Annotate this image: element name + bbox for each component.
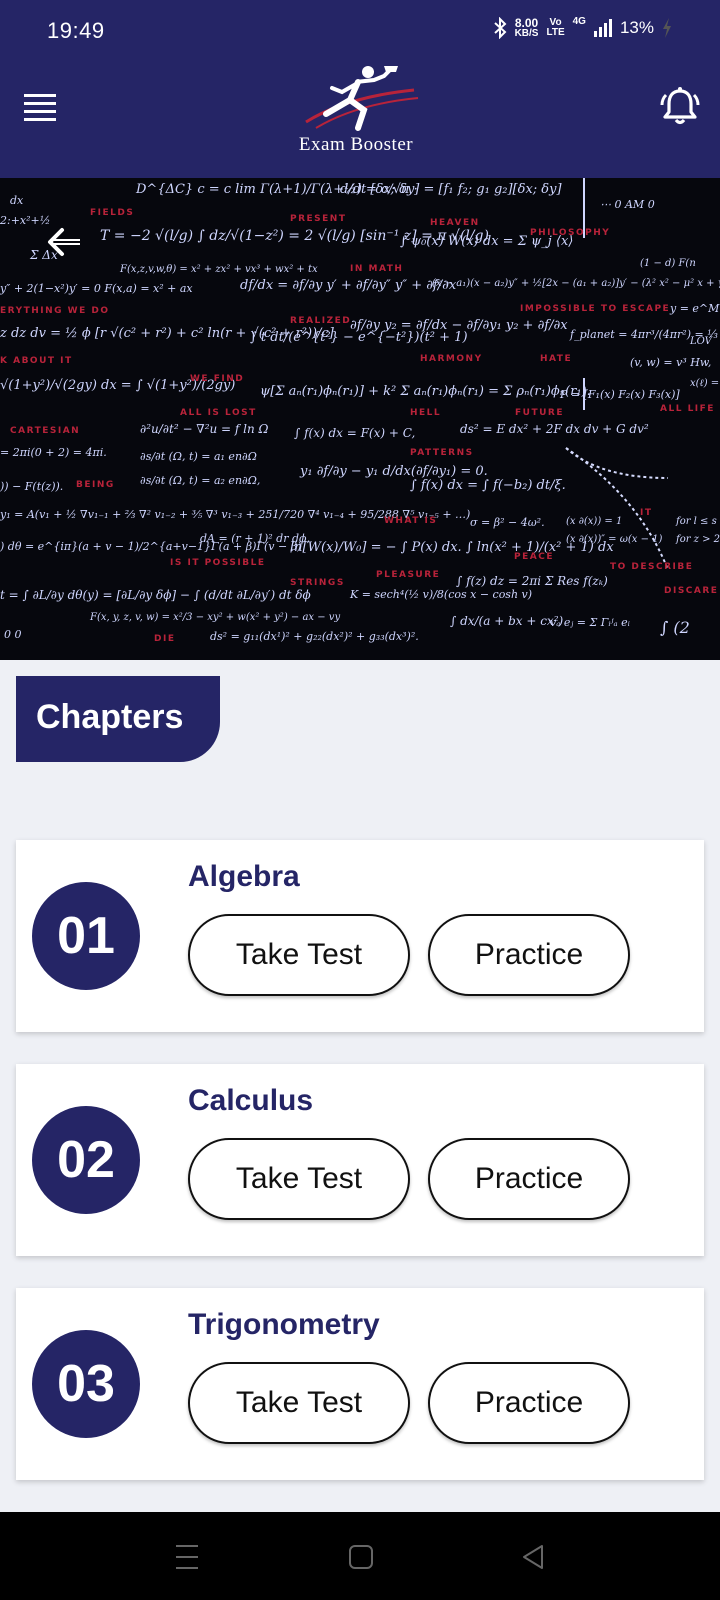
chapter-title: Algebra [188,860,300,893]
menu-button[interactable] [24,92,56,124]
chapter-card: 03 Trigonometry Take Test Practice [16,1288,704,1480]
back-arrow-icon [48,228,80,256]
back-button[interactable] [44,226,84,258]
volte-indicator: Vo LTE [546,17,565,38]
battery-charging-icon [663,18,671,38]
take-test-button[interactable]: Take Test [188,1362,410,1444]
signal-icon [593,19,612,37]
chapter-number-badge: 02 [32,1106,140,1214]
notification-bell-icon [660,87,700,125]
battery-level: 13% [619,18,654,37]
math-banner-image: dx D^{ΔC} c = c lim Γ(λ+1)/Γ(λ+½) = c/√π… [0,178,720,660]
take-test-button[interactable]: Take Test [188,1138,410,1220]
app-logo: Exam Booster [286,62,426,162]
chapter-card: 01 Algebra Take Test Practice [16,840,704,1032]
practice-button[interactable]: Practice [428,1362,630,1444]
recents-icon[interactable] [174,1540,200,1574]
status-icons: 8.00 KB/S Vo LTE 4G 13% [493,17,672,39]
bluetooth-icon [493,17,507,39]
practice-button[interactable]: Practice [428,1138,630,1220]
app-header: 19:49 8.00 KB/S Vo LTE 4G 13% Exam Boost… [0,0,720,178]
system-navigation-bar [0,1512,720,1600]
chapter-title: Calculus [188,1084,314,1117]
chapter-number-badge: 01 [32,882,140,990]
chapters-label: Chapters [36,698,184,736]
network-type: 4G [572,16,586,27]
status-time: 19:49 [47,18,105,43]
chapter-title: Trigonometry [188,1308,380,1341]
practice-button[interactable]: Practice [428,914,630,996]
back-nav-icon[interactable] [520,1540,546,1574]
notification-button[interactable] [658,85,702,129]
take-test-button[interactable]: Take Test [188,914,410,996]
status-bar: 19:49 8.00 KB/S Vo LTE 4G 13% [0,0,720,64]
chapter-card: 02 Calculus Take Test Practice [16,1064,704,1256]
home-icon[interactable] [348,1540,374,1574]
network-speed: 8.00 KB/S [514,16,539,39]
chapter-number-badge: 03 [32,1330,140,1438]
chapters-heading: Chapters [16,676,220,762]
runner-logo-icon [305,66,419,131]
app-name: Exam Booster [298,134,414,155]
hamburger-icon [24,92,56,121]
